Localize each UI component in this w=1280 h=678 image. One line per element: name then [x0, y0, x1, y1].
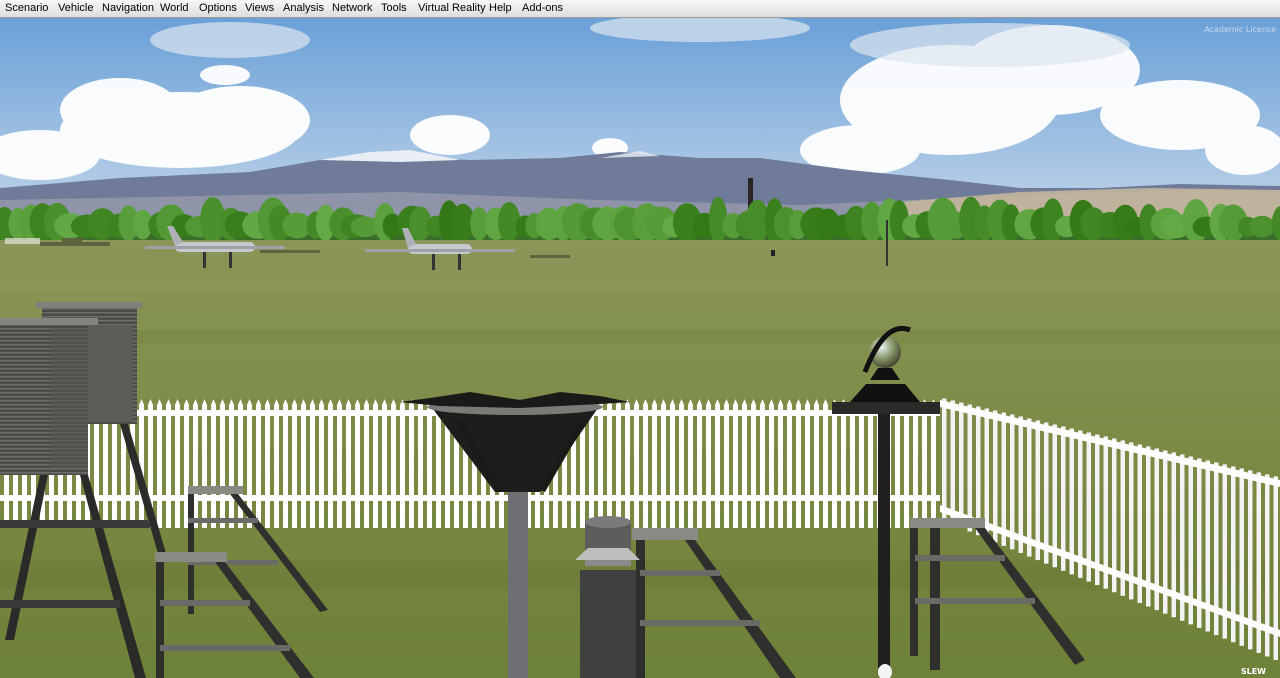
menu-add-ons[interactable]: Add-ons — [522, 1, 563, 15]
menu-bar: Scenario Vehicle Navigation World Option… — [0, 0, 1280, 18]
menu-world[interactable]: World — [160, 1, 189, 15]
menu-help[interactable]: Help — [489, 1, 512, 15]
menu-tools[interactable]: Tools — [381, 1, 407, 15]
menu-vehicle[interactable]: Vehicle — [58, 1, 93, 15]
license-watermark: Academic License — [1204, 25, 1276, 34]
menu-virtual-reality[interactable]: Virtual Reality — [418, 1, 486, 15]
menu-options[interactable]: Options — [199, 1, 237, 15]
distant-marker — [771, 250, 775, 256]
menu-scenario[interactable]: Scenario — [5, 1, 48, 15]
slew-mode-indicator: SLEW — [1240, 667, 1266, 676]
menu-navigation[interactable]: Navigation — [102, 1, 154, 15]
distant-pole — [886, 220, 888, 266]
menu-views[interactable]: Views — [245, 1, 274, 15]
simulator-3d-view[interactable] — [0, 18, 1280, 678]
menu-network[interactable]: Network — [332, 1, 372, 15]
menu-analysis[interactable]: Analysis — [283, 1, 324, 15]
